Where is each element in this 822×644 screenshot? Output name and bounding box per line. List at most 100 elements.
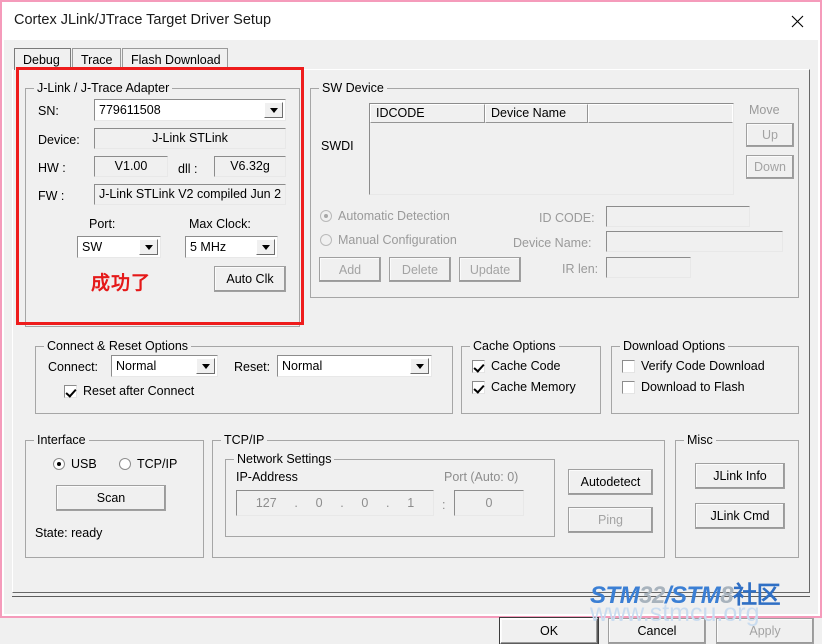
fw-value-field: J-Link STLink V2 compiled Jun 2 bbox=[94, 184, 286, 205]
sw-device-table[interactable]: IDCODE Device Name bbox=[369, 103, 734, 195]
interface-state-label: State: ready bbox=[35, 526, 103, 540]
download-options-caption: Download Options bbox=[620, 339, 729, 353]
ping-button[interactable]: Ping bbox=[568, 507, 653, 533]
title-bar: Cortex JLink/JTrace Target Driver Setup bbox=[2, 2, 820, 40]
manual-device-name-field[interactable] bbox=[606, 231, 783, 252]
ip-octet-2: 0 bbox=[315, 495, 323, 510]
sw-device-table-header: IDCODE Device Name bbox=[370, 104, 733, 123]
tab-trace[interactable]: Trace bbox=[72, 48, 121, 70]
delete-button[interactable]: Delete bbox=[389, 257, 451, 282]
column-header-device-name[interactable]: Device Name bbox=[485, 104, 588, 123]
apply-button[interactable]: Apply bbox=[716, 618, 814, 644]
radio-dot-icon bbox=[119, 458, 131, 470]
device-value: J-Link STLink bbox=[152, 131, 228, 146]
apply-label: Apply bbox=[749, 624, 781, 638]
port-value: SW bbox=[82, 240, 103, 254]
jlink-info-button[interactable]: JLink Info bbox=[695, 463, 785, 489]
cancel-button[interactable]: Cancel bbox=[608, 618, 706, 644]
tcpip-port-value: 0 bbox=[485, 495, 493, 510]
cache-code-label: Cache Code bbox=[491, 359, 561, 373]
reset-after-connect-checkbox[interactable]: Reset after Connect bbox=[64, 384, 194, 398]
move-down-button[interactable]: Down bbox=[746, 155, 794, 179]
automatic-detection-label: Automatic Detection bbox=[338, 209, 450, 223]
chevron-down-icon[interactable] bbox=[139, 239, 158, 255]
checkbox-icon bbox=[64, 384, 77, 398]
add-button[interactable]: Add bbox=[319, 257, 381, 282]
update-label: Update bbox=[469, 262, 511, 277]
manual-configuration-label: Manual Configuration bbox=[338, 233, 457, 247]
close-icon[interactable] bbox=[774, 2, 820, 40]
tcpip-caption: TCP/IP bbox=[221, 433, 268, 447]
interface-group: Interface USB TCP/IP Scan State: ready bbox=[25, 433, 204, 558]
max-clock-combo[interactable]: 5 MHz bbox=[185, 236, 278, 258]
chevron-down-icon[interactable] bbox=[264, 102, 283, 118]
connect-combo[interactable]: Normal bbox=[111, 355, 218, 377]
interface-tcpip-radio[interactable]: TCP/IP bbox=[119, 457, 177, 471]
interface-usb-radio[interactable]: USB bbox=[53, 457, 97, 471]
tab-debug[interactable]: Debug bbox=[14, 48, 71, 70]
chevron-down-icon[interactable] bbox=[410, 358, 429, 374]
id-code-field[interactable] bbox=[606, 206, 750, 227]
jlink-cmd-label: JLink Cmd bbox=[710, 509, 770, 523]
port-label: Port: bbox=[89, 217, 116, 231]
misc-caption: Misc bbox=[684, 433, 716, 447]
connect-reset-group: Connect & Reset Options Connect: Normal … bbox=[35, 339, 453, 414]
checkbox-icon bbox=[622, 380, 635, 394]
device-label: Device: bbox=[38, 133, 80, 147]
tab-flash-download[interactable]: Flash Download bbox=[122, 48, 228, 70]
ip-address-field[interactable]: 127 . 0 . 0 . 1 bbox=[236, 490, 434, 516]
verify-code-download-label: Verify Code Download bbox=[641, 359, 765, 373]
ping-label: Ping bbox=[597, 513, 624, 527]
network-settings-group: Network Settings IP-Address Port (Auto: … bbox=[225, 452, 555, 537]
cache-memory-checkbox[interactable]: Cache Memory bbox=[472, 380, 576, 394]
ip-dot-3: . bbox=[386, 495, 390, 510]
sn-label: SN: bbox=[38, 104, 59, 118]
ok-button[interactable]: OK bbox=[499, 617, 599, 644]
client-area: Debug Trace Flash Download J-Link / J-Tr… bbox=[4, 40, 818, 644]
max-clock-label: Max Clock: bbox=[189, 217, 251, 231]
ip-octet-1: 127 bbox=[255, 495, 277, 510]
ip-octet-3: 0 bbox=[361, 495, 369, 510]
download-to-flash-checkbox[interactable]: Download to Flash bbox=[622, 380, 745, 394]
reset-value: Normal bbox=[282, 359, 323, 373]
ip-dot-2: . bbox=[340, 495, 344, 510]
jlink-info-label: JLink Info bbox=[713, 469, 767, 483]
auto-clk-label: Auto Clk bbox=[226, 272, 274, 286]
window-title: Cortex JLink/JTrace Target Driver Setup bbox=[14, 12, 272, 28]
jlink-adapter-group: J-Link / J-Trace Adapter SN: 779611508 D… bbox=[25, 81, 300, 327]
sn-combo[interactable]: 779611508 bbox=[94, 99, 286, 121]
column-header-idcode[interactable]: IDCODE bbox=[370, 104, 485, 123]
add-label: Add bbox=[338, 262, 362, 277]
verify-code-download-checkbox[interactable]: Verify Code Download bbox=[622, 359, 765, 373]
ip-address-label: IP-Address bbox=[236, 470, 298, 484]
automatic-detection-radio[interactable]: Automatic Detection bbox=[320, 209, 450, 223]
swdio-label: SWDI bbox=[321, 139, 354, 153]
tcpip-port-field[interactable]: 0 bbox=[454, 490, 524, 516]
tcpip-group: TCP/IP Network Settings IP-Address Port … bbox=[212, 433, 665, 558]
cache-code-checkbox[interactable]: Cache Code bbox=[472, 359, 561, 373]
move-up-button[interactable]: Up bbox=[746, 123, 794, 147]
jlink-adapter-caption: J-Link / J-Trace Adapter bbox=[34, 81, 173, 95]
auto-clk-button[interactable]: Auto Clk bbox=[214, 266, 286, 292]
chevron-down-icon[interactable] bbox=[256, 239, 275, 255]
manual-configuration-radio[interactable]: Manual Configuration bbox=[320, 233, 457, 247]
update-button[interactable]: Update bbox=[459, 257, 521, 282]
ir-len-field[interactable] bbox=[606, 257, 691, 278]
chevron-down-icon[interactable] bbox=[196, 358, 215, 374]
ir-len-label: IR len: bbox=[562, 262, 599, 276]
hw-value: V1.00 bbox=[114, 159, 148, 174]
column-header-blank[interactable] bbox=[588, 104, 733, 123]
cache-options-group: Cache Options Cache Code Cache Memory bbox=[461, 339, 601, 414]
dll-value: V6.32g bbox=[230, 159, 270, 174]
reset-combo[interactable]: Normal bbox=[277, 355, 432, 377]
jlink-cmd-button[interactable]: JLink Cmd bbox=[695, 503, 785, 529]
tab-debug-label: Debug bbox=[23, 53, 60, 67]
autodetect-button[interactable]: Autodetect bbox=[568, 469, 653, 495]
connect-value: Normal bbox=[116, 359, 157, 373]
misc-group: Misc JLink Info JLink Cmd bbox=[675, 433, 799, 558]
checkbox-icon bbox=[472, 380, 485, 394]
download-options-group: Download Options Verify Code Download Do… bbox=[611, 339, 799, 414]
ip-dot-1: . bbox=[294, 495, 298, 510]
scan-button[interactable]: Scan bbox=[56, 485, 166, 511]
port-combo[interactable]: SW bbox=[77, 236, 161, 258]
